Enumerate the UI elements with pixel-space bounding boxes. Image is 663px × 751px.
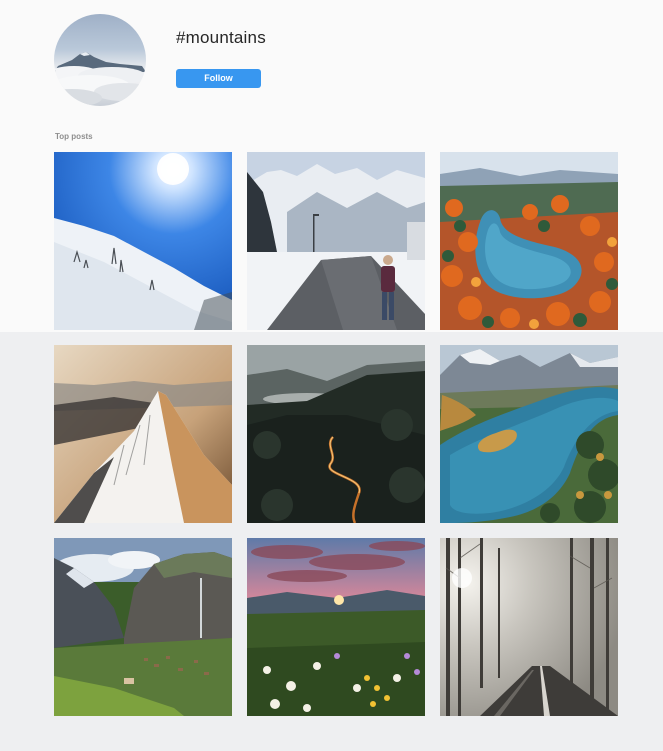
post-thumbnail-cliff-valley[interactable] [54, 538, 232, 716]
top-posts-label: Top posts [55, 132, 93, 141]
post-image [54, 152, 232, 330]
post-thumbnail-foggy-road[interactable] [440, 538, 618, 716]
post-thumbnail-snow-ridge[interactable] [54, 345, 232, 523]
hashtag-header: #mountains Follow [54, 14, 654, 106]
hashtag-title: #mountains [176, 28, 266, 47]
post-thumbnail-autumn-lake[interactable] [440, 152, 618, 330]
post-image [54, 345, 232, 523]
post-thumbnail-snowy-slope[interactable] [54, 152, 232, 330]
post-thumbnail-snowy-road[interactable] [247, 152, 425, 330]
post-thumbnail-forest-road[interactable] [247, 345, 425, 523]
post-image [440, 345, 618, 523]
post-image [440, 152, 618, 330]
follow-button[interactable]: Follow [176, 69, 261, 88]
post-image [247, 538, 425, 716]
hashtag-avatar [54, 14, 146, 106]
post-image [54, 538, 232, 716]
post-thumbnail-sunset-meadow[interactable] [247, 538, 425, 716]
post-image [247, 345, 425, 523]
avatar-image [54, 52, 146, 106]
post-thumbnail-turquoise-lake[interactable] [440, 345, 618, 523]
post-image [440, 538, 618, 716]
top-posts-grid [54, 152, 618, 716]
post-image [247, 152, 425, 330]
